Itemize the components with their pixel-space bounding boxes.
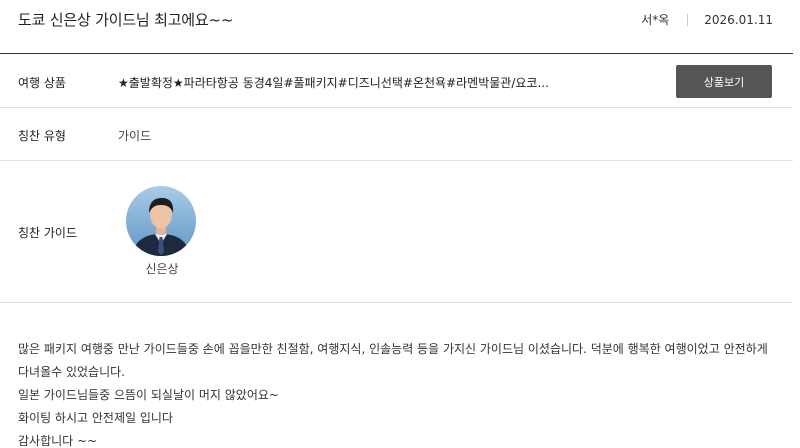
review-body-line: 화이팅 하시고 안전제일 입니다 [18,411,173,425]
guide-avatar [126,186,196,256]
review-body-line: 감사합니다 ~~ [18,434,98,448]
product-label: 여행 상품 [18,76,66,90]
review-author: 서*옥 [641,13,670,27]
review-body: 많은 패키지 여행중 만난 가이드들중 손에 꼽을만한 친절함, 여행지식, 인… [18,338,778,448]
product-row: 여행 상품 ★출발확정★파라타항공 동경4일#풀패키지#디즈니선택#온천욕#라멘… [0,54,793,108]
view-product-button[interactable]: 상품보기 [676,65,772,98]
review-body-line: 일본 가이드님들중 으뜸이 되실날이 머지 않았어요~ [18,388,279,402]
review-body-line: 많은 패키지 여행중 만난 가이드들중 손에 꼽을만한 친절함, 여행지식, 인… [18,342,768,356]
praise-type-label: 칭찬 유형 [18,129,66,143]
product-name: ★출발확정★파라타항공 동경4일#풀패키지#디즈니선택#온천욕#라멘박물관/요코… [118,76,549,90]
review-meta: 서*옥 2026.01.11 [641,11,773,28]
meta-divider [687,13,689,26]
praise-type-value: 가이드 [118,129,152,143]
praise-type-row: 칭찬 유형 가이드 [0,108,793,161]
review-header: 도쿄 신은상 가이드님 최고에요~~ 서*옥 2026.01.11 [0,0,793,54]
guide-name: 신은상 [145,262,179,276]
praise-guide-label: 칭찬 가이드 [18,226,78,240]
review-title: 도쿄 신은상 가이드님 최고에요~~ [18,11,234,29]
guide-card[interactable]: 신은상 [126,186,198,277]
review-date: 2026.01.11 [704,12,773,27]
review-body-line: 다녀올수 있었습니다. [18,365,125,379]
praise-guide-row: 칭찬 가이드 신은상 [0,161,793,303]
